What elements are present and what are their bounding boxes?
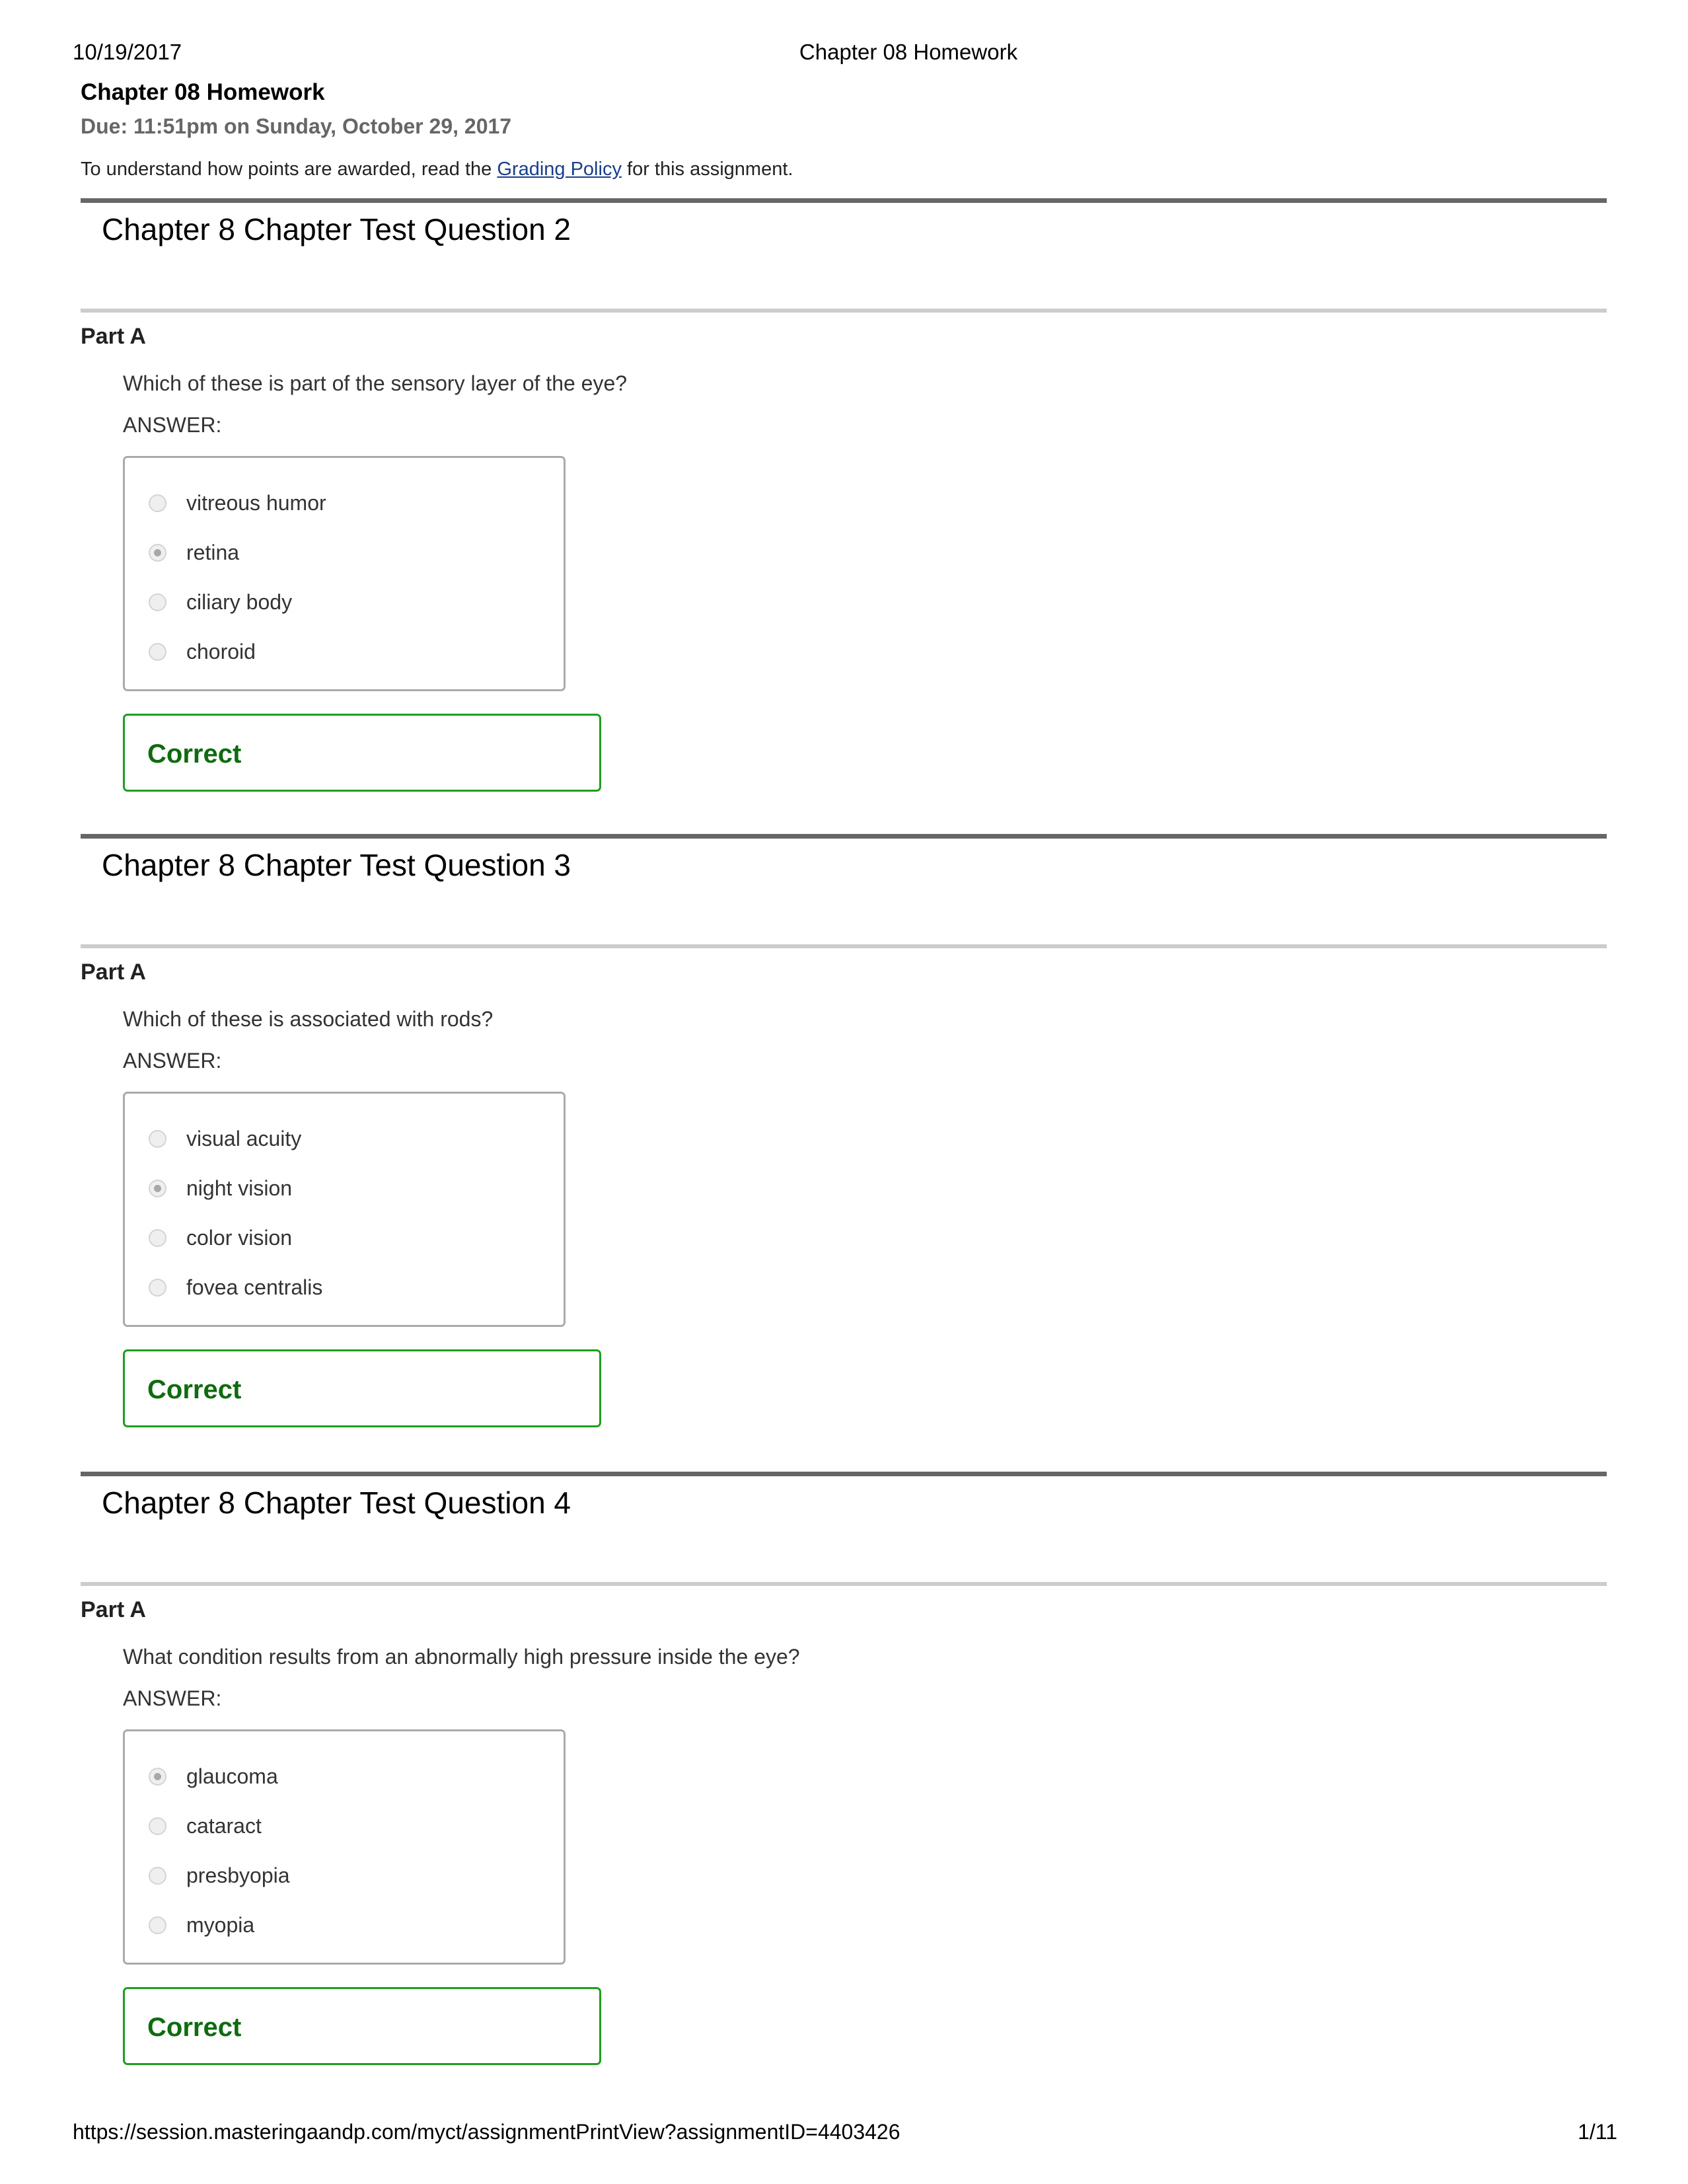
grading-policy-note: To understand how points are awarded, re… [81, 159, 793, 180]
option-label: glaucoma [186, 1764, 278, 1788]
question-section-2: Chapter 8 Chapter Test Question 3 Part A… [0, 834, 1688, 1470]
answer-option[interactable]: night vision [149, 1175, 292, 1201]
answer-option[interactable]: myopia [149, 1912, 254, 1938]
answer-label: ANSWER: [123, 1686, 222, 1710]
option-label: presbyopia [186, 1863, 290, 1887]
due-date: Due: 11:51pm on Sunday, October 29, 2017 [81, 114, 512, 138]
question-title: Chapter 8 Chapter Test Question 2 [102, 212, 571, 246]
option-label: cataract [186, 1813, 262, 1838]
answer-label: ANSWER: [123, 1049, 222, 1073]
option-label: retina [186, 540, 240, 564]
radio-unselected-icon[interactable] [149, 1278, 166, 1297]
page-number: 1/11 [1578, 2120, 1617, 2144]
radio-unselected-icon[interactable] [149, 593, 166, 611]
radio-dot-icon [154, 1772, 161, 1780]
radio-unselected-icon[interactable] [149, 1916, 166, 1934]
radio-unselected-icon[interactable] [149, 1228, 166, 1247]
print-header-title: Chapter 08 Homework [799, 40, 1018, 64]
option-label: fovea centralis [186, 1275, 323, 1299]
radio-dot-icon [154, 548, 161, 556]
radio-unselected-icon[interactable] [149, 1866, 166, 1885]
option-label: ciliary body [186, 589, 293, 614]
assignment-title: Chapter 08 Homework [81, 79, 325, 105]
radio-selected-icon[interactable] [149, 543, 166, 562]
question-divider [81, 1472, 1607, 1476]
question-text: Which of these is associated with rods? [123, 1007, 494, 1031]
option-label: vitreous humor [186, 490, 326, 515]
answer-option[interactable]: fovea centralis [149, 1274, 322, 1300]
radio-selected-icon[interactable] [149, 1179, 166, 1197]
answer-choices: vitreous humor retina ciliary body choroid [123, 456, 566, 691]
question-section-1: Chapter 8 Chapter Test Question 2 Part A… [0, 198, 1688, 834]
radio-dot-icon [154, 1184, 161, 1192]
question-text: What condition results from an abnormall… [123, 1645, 800, 1669]
option-label: myopia [186, 1912, 255, 1937]
option-label: visual acuity [186, 1126, 302, 1150]
answer-choices: glaucoma cataract presbyopia myopia [123, 1729, 566, 1965]
radio-unselected-icon[interactable] [149, 1129, 166, 1148]
part-label: Part A [81, 1597, 146, 1622]
option-label: choroid [186, 639, 256, 663]
option-label: night vision [186, 1176, 293, 1200]
answer-option[interactable]: cataract [149, 1813, 262, 1839]
answer-option[interactable]: vitreous humor [149, 490, 326, 516]
question-divider [81, 834, 1607, 839]
answer-option[interactable]: choroid [149, 638, 256, 665]
answer-option[interactable]: visual acuity [149, 1125, 301, 1152]
answer-label: ANSWER: [123, 413, 222, 437]
question-text: Which of these is part of the sensory la… [123, 371, 628, 395]
radio-unselected-icon[interactable] [149, 1817, 166, 1835]
print-footer-url: https://session.masteringaandp.com/myct/… [73, 2120, 900, 2144]
answer-option[interactable]: color vision [149, 1224, 292, 1251]
question-title: Chapter 8 Chapter Test Question 3 [102, 848, 571, 882]
part-divider [81, 309, 1607, 313]
option-label: color vision [186, 1225, 293, 1250]
result-text: Correct [147, 1375, 242, 1404]
question-title: Chapter 8 Chapter Test Question 4 [102, 1486, 571, 1520]
result-text: Correct [147, 739, 242, 769]
part-label: Part A [81, 324, 146, 349]
part-label: Part A [81, 960, 146, 985]
answer-option[interactable]: presbyopia [149, 1862, 290, 1889]
radio-unselected-icon[interactable] [149, 642, 166, 661]
part-divider [81, 1582, 1607, 1586]
answer-option[interactable]: glaucoma [149, 1763, 278, 1789]
result-text: Correct [147, 2013, 242, 2042]
result-feedback: Correct [123, 1349, 601, 1427]
result-feedback: Correct [123, 714, 601, 792]
answer-option[interactable]: retina [149, 539, 239, 566]
radio-selected-icon[interactable] [149, 1767, 166, 1786]
radio-unselected-icon[interactable] [149, 494, 166, 512]
question-section-3: Chapter 8 Chapter Test Question 4 Part A… [0, 1472, 1688, 2107]
answer-option[interactable]: ciliary body [149, 589, 292, 615]
grading-policy-link[interactable]: Grading Policy [497, 159, 622, 180]
question-divider [81, 198, 1607, 203]
answer-choices: visual acuity night vision color vision fov… [123, 1092, 566, 1327]
result-feedback: Correct [123, 1987, 601, 2065]
policy-suffix: for this assignment. [621, 159, 793, 180]
part-divider [81, 944, 1607, 948]
policy-prefix: To understand how points are awarded, re… [81, 159, 497, 180]
